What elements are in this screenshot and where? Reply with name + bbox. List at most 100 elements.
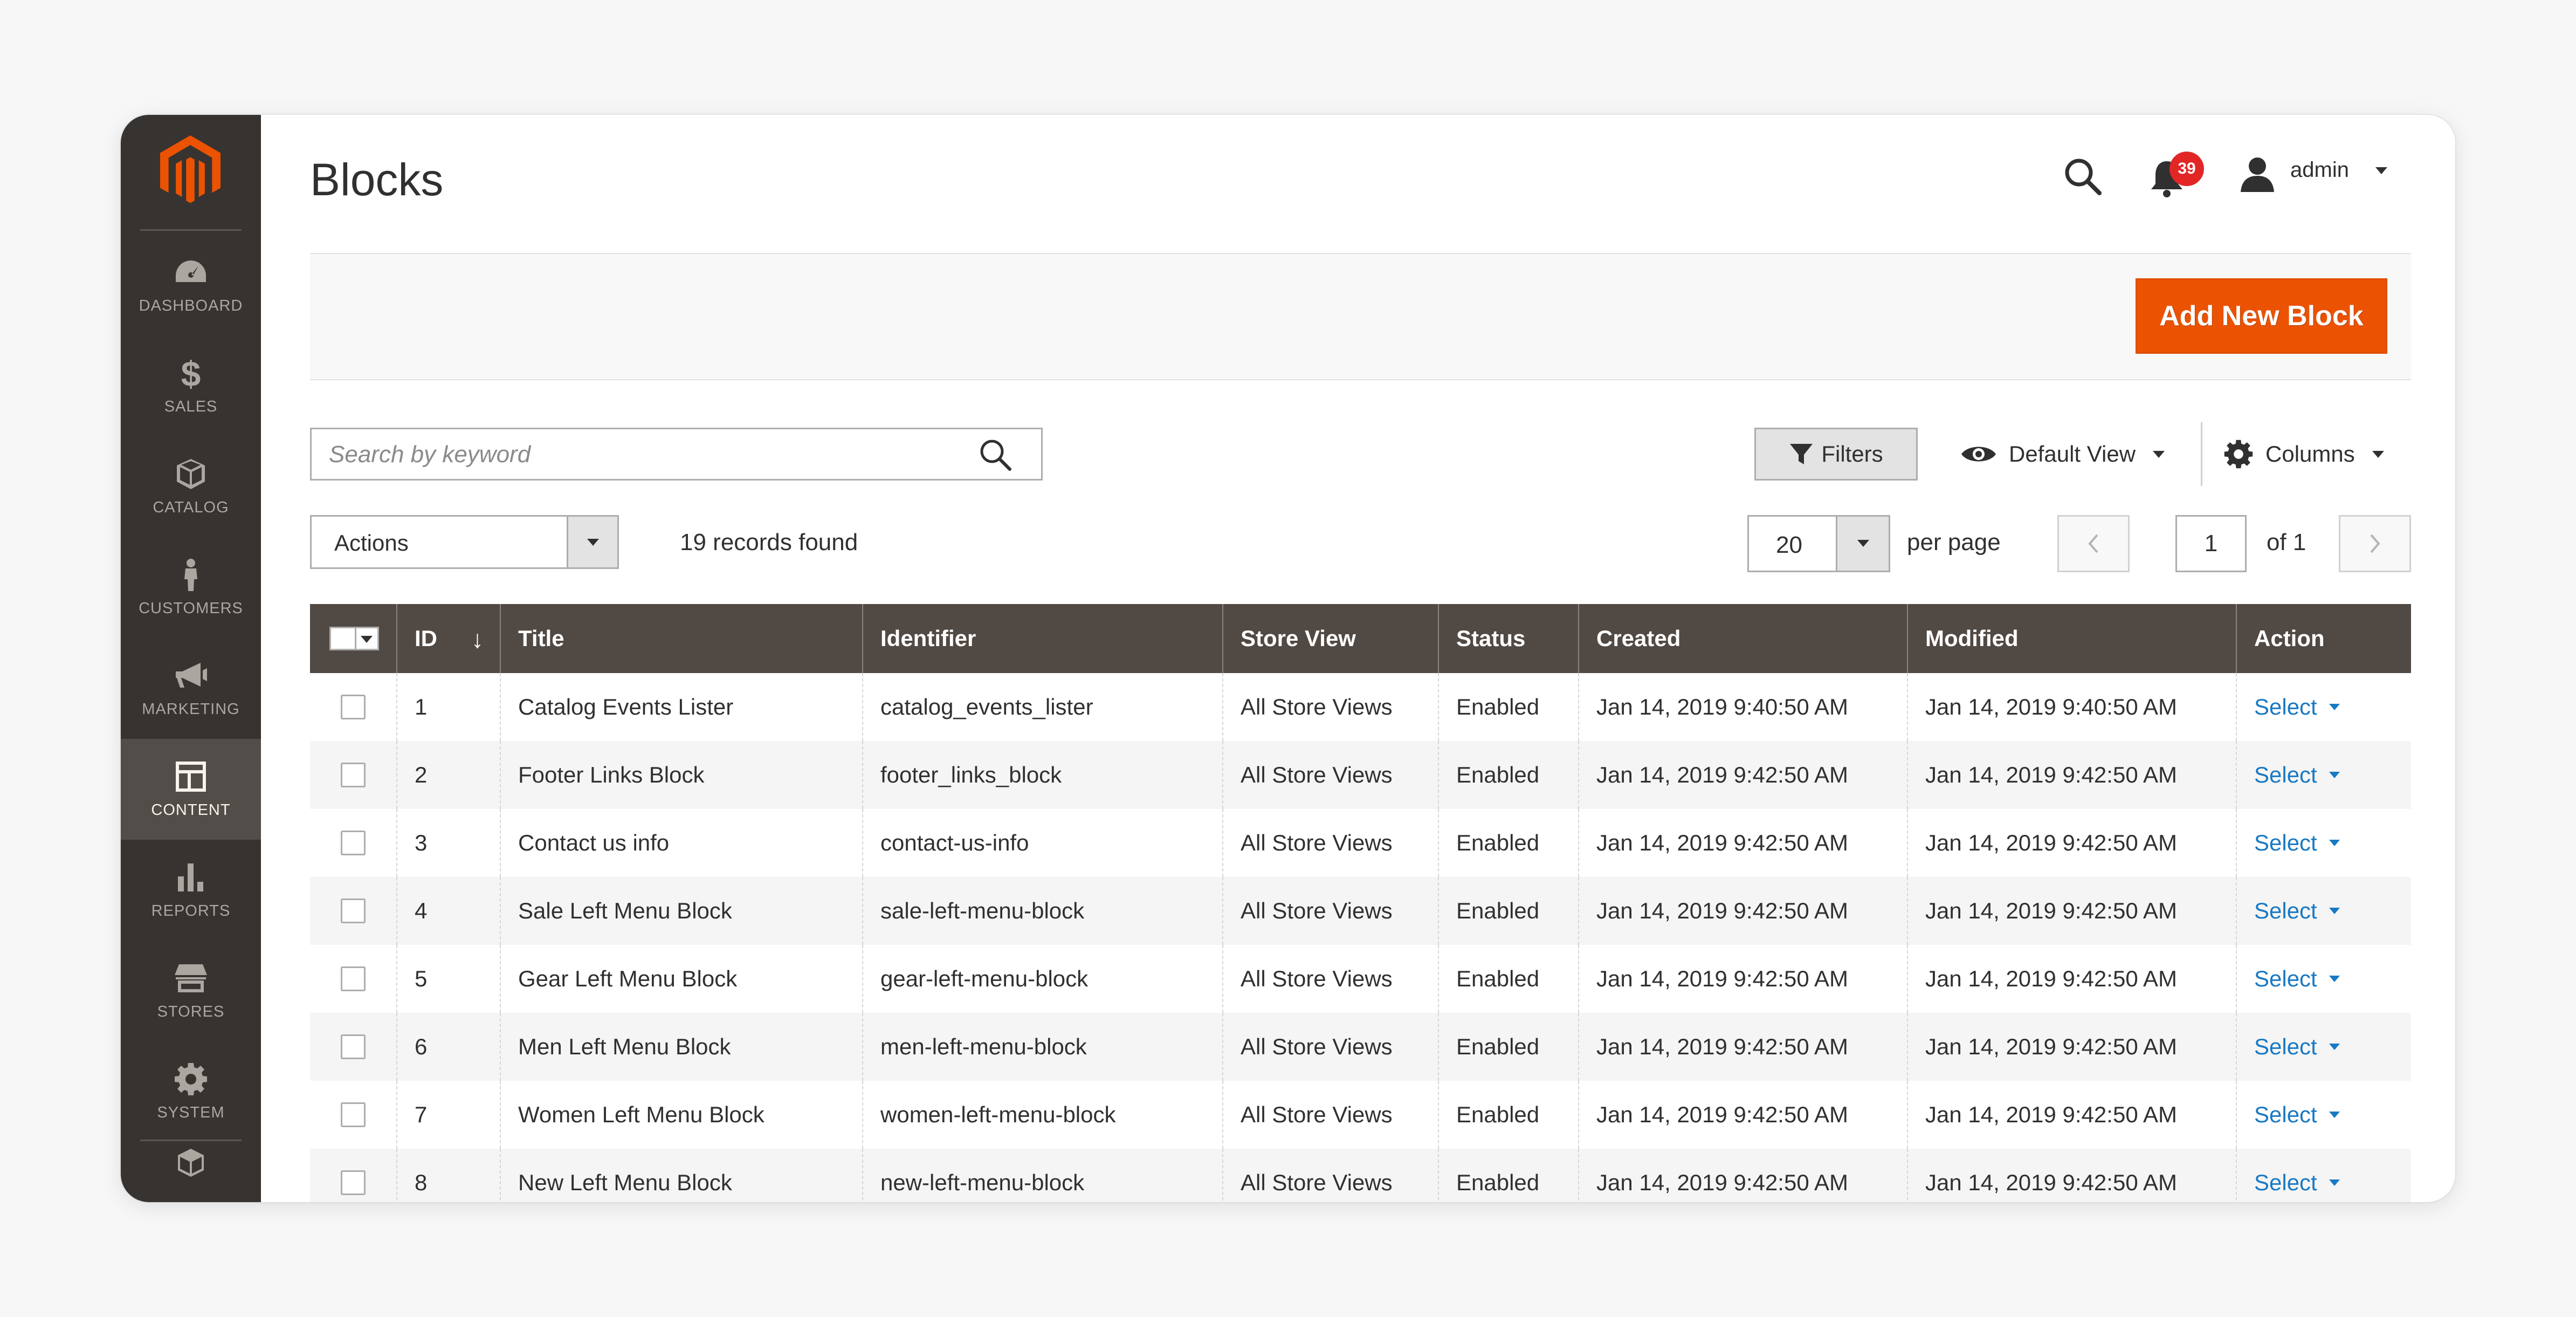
row-checkbox[interactable] — [341, 695, 366, 719]
row-checkbox[interactable] — [341, 1170, 366, 1195]
table-row[interactable]: 4 Sale Left Menu Block sale-left-menu-bloc… — [310, 877, 2411, 945]
cell-action: Select — [2236, 1013, 2411, 1081]
actions-dropdown-toggle[interactable] — [567, 517, 617, 567]
sidebar-item-sales[interactable]: $ SALES — [121, 335, 261, 436]
column-header-modified[interactable]: Modified — [1907, 604, 2236, 673]
table-row[interactable]: 3 Contact us info contact-us-info All Store… — [310, 809, 2411, 877]
mass-select-checkbox[interactable] — [329, 627, 379, 650]
select-all-box[interactable] — [331, 628, 356, 649]
sidebar-item-extensions[interactable] — [121, 1148, 261, 1196]
global-search-icon[interactable] — [2062, 155, 2105, 198]
sidebar-item-stores[interactable]: STORES — [121, 941, 261, 1041]
table-row[interactable]: 6 Men Left Menu Block men-left-menu-block A… — [310, 1013, 2411, 1081]
cell-modified: Jan 14, 2019 9:42:50 AM — [1907, 1149, 2236, 1202]
cell-id: 4 — [396, 877, 500, 945]
cell-id: 7 — [396, 1081, 500, 1149]
per-page-select[interactable]: 20 — [1747, 515, 1890, 572]
previous-page-button[interactable] — [2057, 515, 2130, 572]
search-submit-icon[interactable] — [977, 437, 1013, 472]
boxes-icon — [174, 1148, 208, 1182]
cube-icon — [174, 457, 208, 491]
column-header-status[interactable]: Status — [1438, 604, 1578, 673]
sidebar-item-label: CUSTOMERS — [139, 600, 243, 617]
filters-button[interactable]: Filters — [1754, 428, 1918, 481]
columns-dropdown[interactable]: Columns — [2223, 429, 2384, 479]
table-row[interactable]: 1 Catalog Events Lister catalog_events_lis… — [310, 673, 2411, 741]
sidebar-item-dashboard[interactable]: DASHBOARD — [121, 235, 261, 335]
sidebar-item-content[interactable]: CONTENT — [121, 739, 261, 840]
column-header-id[interactable]: ID ↓ — [396, 604, 500, 673]
user-avatar-icon[interactable] — [2238, 155, 2276, 193]
row-checkbox[interactable] — [341, 898, 366, 923]
sidebar-item-marketing[interactable]: MARKETING — [121, 638, 261, 739]
chevron-down-icon — [2372, 450, 2384, 458]
next-page-button[interactable] — [2339, 515, 2411, 572]
page-number-input[interactable] — [2175, 515, 2247, 572]
row-action-select-link[interactable]: Select — [2254, 694, 2340, 720]
default-view-dropdown[interactable]: Default View — [1960, 429, 2165, 479]
cell-checkbox — [310, 945, 396, 1013]
cell-status: Enabled — [1438, 809, 1578, 877]
user-menu-caret-icon[interactable] — [2375, 167, 2387, 174]
cell-store-view: All Store Views — [1222, 1013, 1438, 1081]
gear-icon — [174, 1062, 208, 1096]
cell-identifier: women-left-menu-block — [862, 1081, 1222, 1149]
add-new-block-button[interactable]: Add New Block — [2136, 278, 2387, 354]
row-checkbox[interactable] — [341, 831, 366, 855]
row-checkbox[interactable] — [341, 1034, 366, 1059]
cell-checkbox — [310, 1013, 396, 1081]
megaphone-icon — [174, 658, 208, 693]
row-checkbox[interactable] — [341, 966, 366, 991]
sidebar-item-customers[interactable]: CUSTOMERS — [121, 537, 261, 638]
row-checkbox[interactable] — [341, 763, 366, 787]
records-found-count: 19 records found — [680, 529, 858, 555]
column-header-label: Created — [1596, 626, 1681, 651]
chevron-down-icon — [2329, 976, 2340, 982]
column-header-title[interactable]: Title — [500, 604, 862, 673]
admin-username[interactable]: admin — [2290, 158, 2349, 182]
row-action-select-link[interactable]: Select — [2254, 1170, 2340, 1196]
chevron-down-icon — [587, 539, 599, 546]
column-header-label: Title — [518, 626, 564, 651]
row-action-select-link[interactable]: Select — [2254, 966, 2340, 992]
table-row[interactable]: 8 New Left Menu Block new-left-menu-block A… — [310, 1149, 2411, 1202]
row-checkbox[interactable] — [341, 1102, 366, 1127]
mass-actions-select[interactable]: Actions — [310, 515, 619, 569]
cell-id: 2 — [396, 741, 500, 809]
cell-status: Enabled — [1438, 1081, 1578, 1149]
row-action-select-link[interactable]: Select — [2254, 898, 2340, 924]
row-action-select-link[interactable]: Select — [2254, 762, 2340, 788]
select-label: Select — [2254, 762, 2317, 787]
sidebar-item-catalog[interactable]: CATALOG — [121, 436, 261, 537]
cell-title: Contact us info — [500, 809, 862, 877]
sidebar-item-system[interactable]: SYSTEM — [121, 1041, 261, 1142]
table-row[interactable]: 7 Women Left Menu Block women-left-menu-bl… — [310, 1081, 2411, 1149]
sort-arrow-icon[interactable]: ↓ — [471, 625, 484, 654]
row-action-select-link[interactable]: Select — [2254, 1034, 2340, 1060]
chevron-left-icon — [2088, 534, 2098, 553]
row-action-select-link[interactable]: Select — [2254, 1102, 2340, 1128]
keyword-search-input[interactable] — [328, 429, 950, 480]
column-header-store-view[interactable]: Store View — [1222, 604, 1438, 673]
per-page-label: per page — [1907, 529, 2001, 555]
column-header-created[interactable]: Created — [1578, 604, 1907, 673]
magento-logo-icon[interactable] — [155, 135, 225, 205]
chevron-down-icon[interactable] — [361, 636, 373, 643]
cell-modified: Jan 14, 2019 9:42:50 AM — [1907, 1081, 2236, 1149]
cell-store-view: All Store Views — [1222, 877, 1438, 945]
table-row[interactable]: 5 Gear Left Menu Block gear-left-menu-bloc… — [310, 945, 2411, 1013]
cell-title: Footer Links Block — [500, 741, 862, 809]
select-label: Select — [2254, 1034, 2317, 1059]
select-label: Select — [2254, 966, 2317, 991]
per-page-dropdown-toggle[interactable] — [1836, 517, 1889, 571]
table-row[interactable]: 2 Footer Links Block footer_links_block All… — [310, 741, 2411, 809]
sidebar: DASHBOARD $ SALES CATALOG CUSTOMERS MARK… — [121, 115, 261, 1202]
notification-count-badge[interactable]: 39 — [2169, 152, 2204, 186]
cell-action: Select — [2236, 809, 2411, 877]
cell-store-view: All Store Views — [1222, 741, 1438, 809]
sidebar-item-reports[interactable]: REPORTS — [121, 840, 261, 941]
chevron-down-icon — [2329, 1179, 2340, 1186]
row-action-select-link[interactable]: Select — [2254, 830, 2340, 856]
cell-title: Women Left Menu Block — [500, 1081, 862, 1149]
column-header-identifier[interactable]: Identifier — [862, 604, 1222, 673]
